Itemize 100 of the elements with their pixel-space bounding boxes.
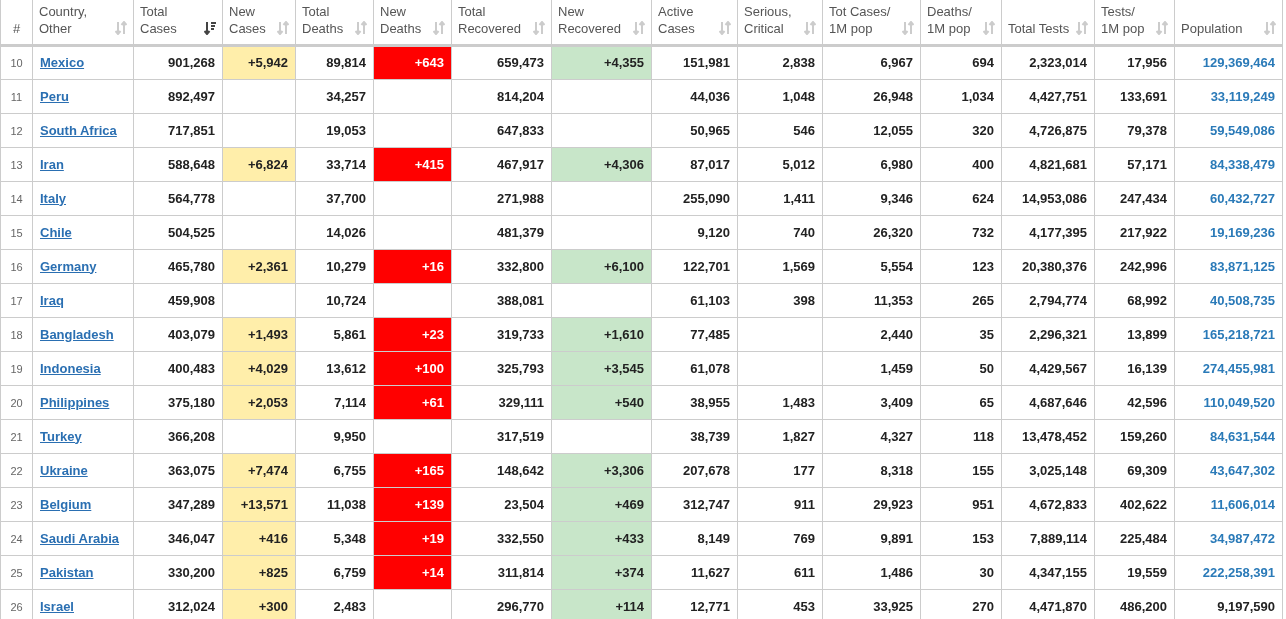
sort-icon[interactable]	[433, 21, 445, 35]
table-cell: 2,296,321	[1001, 317, 1095, 352]
table-cell: 5,348	[295, 521, 374, 556]
table-cell: 153	[920, 521, 1002, 556]
table-cell: 564,778	[133, 181, 223, 216]
country-link[interactable]: Iran	[40, 156, 64, 172]
table-cell: 11,627	[651, 555, 738, 590]
table-cell: 129,369,464	[1174, 45, 1283, 80]
table-cell: 1,827	[737, 419, 823, 454]
sort-icon[interactable]	[983, 21, 995, 35]
table-cell: 467,917	[451, 147, 552, 182]
table-cell: 6,967	[822, 45, 921, 80]
table-cell: 9,346	[822, 181, 921, 216]
table-cell: +416	[222, 521, 296, 556]
sort-icon[interactable]	[1264, 21, 1276, 35]
table-cell: 23,504	[451, 487, 552, 522]
table-cell: 9,120	[651, 215, 738, 250]
table-cell: 29,923	[822, 487, 921, 522]
table-cell: 222,258,391	[1174, 555, 1283, 590]
sort-icon[interactable]	[902, 21, 914, 35]
table-cell: 16,139	[1094, 351, 1175, 386]
table-cell: 13,899	[1094, 317, 1175, 352]
table-cell: 61,078	[651, 351, 738, 386]
row-number: 16	[0, 249, 33, 284]
table-cell: 911	[737, 487, 823, 522]
table-cell: 118	[920, 419, 1002, 454]
table-cell: 19,169,236	[1174, 215, 1283, 250]
table-cell: 33,714	[295, 147, 374, 182]
table-cell: +2,361	[222, 249, 296, 284]
sort-icon[interactable]	[1076, 21, 1088, 35]
table-cell: 732	[920, 215, 1002, 250]
row-number: 22	[0, 453, 33, 488]
sort-icon[interactable]	[719, 21, 731, 35]
table-cell: 5,861	[295, 317, 374, 352]
table-cell: 398	[737, 283, 823, 318]
table-cell: 4,427,751	[1001, 79, 1095, 114]
table-cell: 320	[920, 113, 1002, 148]
country-link[interactable]: Peru	[40, 88, 69, 104]
table-cell: 2,794,774	[1001, 283, 1095, 318]
table-cell: 400	[920, 147, 1002, 182]
country-link[interactable]: Italy	[40, 190, 66, 206]
table-cell: 14,026	[295, 215, 374, 250]
table-cell: +1,610	[551, 317, 652, 352]
table-cell: +3,306	[551, 453, 652, 488]
table-cell: 5,554	[822, 249, 921, 284]
row-number: 21	[0, 419, 33, 454]
sort-icon[interactable]	[115, 21, 127, 35]
table-cell: 11,038	[295, 487, 374, 522]
sort-descending-icon[interactable]	[204, 21, 216, 35]
table-cell: +4,306	[551, 147, 652, 182]
table-cell: 4,672,833	[1001, 487, 1095, 522]
row-number: 23	[0, 487, 33, 522]
sort-icon[interactable]	[804, 21, 816, 35]
table-cell: 4,687,646	[1001, 385, 1095, 420]
table-cell: 122,701	[651, 249, 738, 284]
country-link[interactable]: Israel	[40, 598, 74, 614]
country-link[interactable]: Turkey	[40, 428, 82, 444]
sort-icon[interactable]	[533, 21, 545, 35]
sort-icon[interactable]	[355, 21, 367, 35]
table-cell: 207,678	[651, 453, 738, 488]
table-cell: 363,075	[133, 453, 223, 488]
table-cell: 4,726,875	[1001, 113, 1095, 148]
sort-icon[interactable]	[1156, 21, 1168, 35]
table-cell: 13,612	[295, 351, 374, 386]
sort-icon[interactable]	[277, 21, 289, 35]
row-number: 24	[0, 521, 33, 556]
table-cell: 83,871,125	[1174, 249, 1283, 284]
row-number: 25	[0, 555, 33, 590]
table-cell: 504,525	[133, 215, 223, 250]
table-cell: 1,048	[737, 79, 823, 114]
table-cell: 329,111	[451, 385, 552, 420]
table-cell: 317,519	[451, 419, 552, 454]
table-cell: 1,486	[822, 555, 921, 590]
table-cell: 453	[737, 589, 823, 619]
table-cell: 1,569	[737, 249, 823, 284]
table-cell: +114	[551, 589, 652, 619]
table-cell: +300	[222, 589, 296, 619]
table-cell: 611	[737, 555, 823, 590]
country-link[interactable]: Chile	[40, 224, 72, 240]
table-cell: 30	[920, 555, 1002, 590]
country-link[interactable]: Mexico	[40, 55, 85, 70]
table-cell: 84,338,479	[1174, 147, 1283, 182]
table-cell: 1,034	[920, 79, 1002, 114]
table-cell: +415	[373, 147, 452, 182]
table-cell: 402,622	[1094, 487, 1175, 522]
row-number: 15	[0, 215, 33, 250]
table-cell: 68,992	[1094, 283, 1175, 318]
table-cell: 12,771	[651, 589, 738, 619]
table-cell: 892,497	[133, 79, 223, 114]
table-cell: 165,218,721	[1174, 317, 1283, 352]
table-cell: 8,149	[651, 521, 738, 556]
table-cell: +3,545	[551, 351, 652, 386]
table-cell: 19,559	[1094, 555, 1175, 590]
table-cell: 814,204	[451, 79, 552, 114]
table-cell: 274,455,981	[1174, 351, 1283, 386]
sort-icon[interactable]	[633, 21, 645, 35]
table-cell: 4,347,155	[1001, 555, 1095, 590]
table-cell: 38,739	[651, 419, 738, 454]
table-cell: +469	[551, 487, 652, 522]
country-link[interactable]: Iraq	[40, 292, 64, 308]
